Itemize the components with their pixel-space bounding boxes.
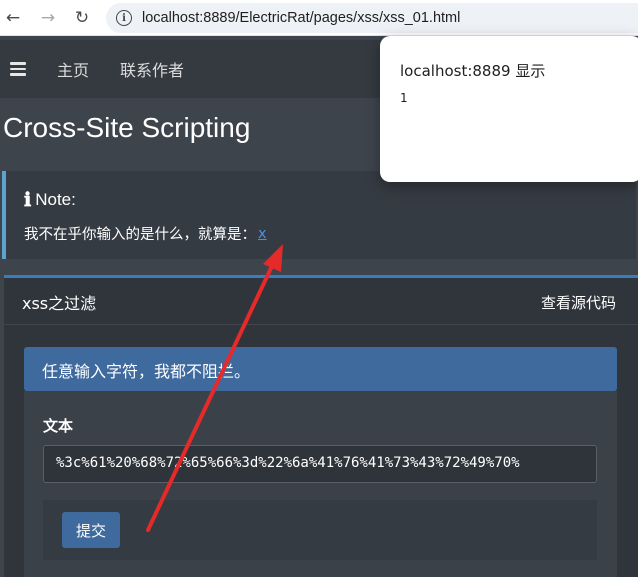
- form-actions: 提交: [43, 500, 597, 560]
- nav-link-home[interactable]: 主页: [57, 57, 89, 81]
- info-alert: 任意输入字符，我都不阻拦。: [24, 347, 617, 391]
- site-info-icon[interactable]: i: [116, 10, 132, 26]
- form-panel: 文本 %3c%61%20%68%72%65%66%3d%22%6a%41%76%…: [24, 391, 617, 577]
- note-link[interactable]: x: [258, 226, 267, 242]
- alert-text: 任意输入字符，我都不阻拦。: [42, 362, 251, 381]
- note-heading: ℹ Note:: [24, 189, 76, 211]
- dialog-title: localhost:8889 显示: [400, 62, 546, 80]
- card-title: xss之过滤: [22, 294, 97, 313]
- url-text: localhost:8889/ElectricRat/pages/xss/xss…: [142, 10, 461, 26]
- note-text: 我不在乎你输入的是什么，就算是：: [24, 227, 256, 243]
- note-box: ℹ Note: 我不在乎你输入的是什么，就算是： x: [2, 171, 636, 259]
- info-icon: ℹ: [24, 189, 32, 211]
- text-field-label: 文本: [43, 417, 74, 435]
- reload-icon[interactable]: ↻: [69, 5, 95, 31]
- address-bar[interactable]: i localhost:8889/ElectricRat/pages/xss/x…: [106, 3, 638, 33]
- forward-arrow-icon[interactable]: →: [35, 5, 61, 31]
- note-body: 我不在乎你输入的是什么，就算是： x: [24, 223, 267, 244]
- hamburger-icon[interactable]: [10, 62, 26, 76]
- page-title: Cross-Site Scripting: [3, 112, 251, 143]
- nav-link-contact[interactable]: 联系作者: [120, 57, 184, 81]
- dialog-message: 1: [400, 91, 408, 105]
- back-arrow-icon[interactable]: ←: [0, 5, 26, 31]
- note-heading-text: Note:: [35, 190, 76, 209]
- submit-button[interactable]: 提交: [62, 512, 120, 548]
- alert-dialog: localhost:8889 显示 1: [380, 36, 638, 182]
- view-source-link[interactable]: 查看源代码: [541, 292, 616, 313]
- card-header: xss之过滤 查看源代码: [4, 278, 638, 325]
- browser-toolbar: ← → ↻ i localhost:8889/ElectricRat/pages…: [0, 0, 638, 36]
- text-input[interactable]: %3c%61%20%68%72%65%66%3d%22%6a%41%76%41%…: [43, 445, 597, 483]
